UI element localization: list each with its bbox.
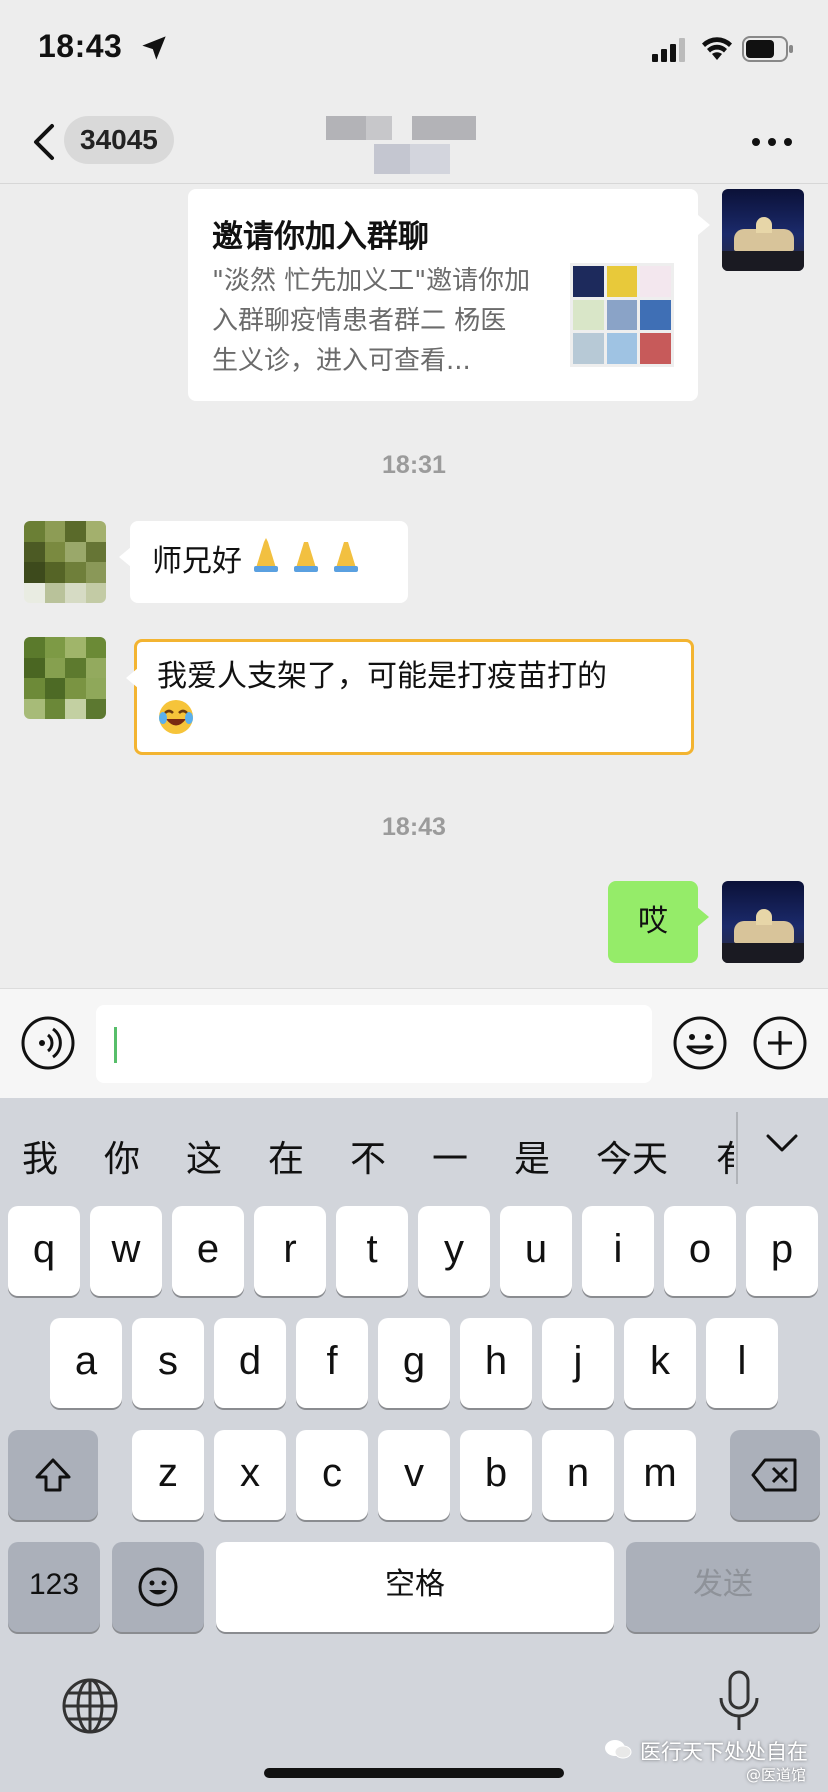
key-y[interactable]: y	[418, 1206, 490, 1296]
chevron-down-icon[interactable]	[764, 1128, 800, 1158]
shift-icon	[35, 1458, 71, 1492]
group-invite-card[interactable]: 邀请你加入群聊 "淡然 忙先加义工"邀请你加入群聊疫情患者群二 杨医生义诊，进入…	[188, 189, 710, 401]
globe-icon[interactable]	[60, 1676, 120, 1736]
text-caret	[114, 1027, 117, 1063]
backspace-icon	[751, 1458, 797, 1492]
message-text: 我爱人支架了，可能是打疫苗打的	[157, 659, 607, 694]
key-m[interactable]: m	[624, 1430, 696, 1520]
candidate-word[interactable]: 是	[514, 1130, 550, 1182]
incoming-message[interactable]: 师兄好	[119, 521, 408, 604]
key-f[interactable]: f	[296, 1318, 368, 1408]
key-v[interactable]: v	[378, 1430, 450, 1520]
message-text: 师兄好	[152, 544, 242, 579]
space-key[interactable]: 空格	[216, 1542, 614, 1632]
crying-laughing-emoji-icon	[157, 698, 195, 748]
candidate-word[interactable]: 一	[432, 1130, 468, 1182]
plus-icon[interactable]	[752, 1015, 808, 1071]
key-i[interactable]: i	[582, 1206, 654, 1296]
key-h[interactable]: h	[460, 1318, 532, 1408]
unread-count-badge[interactable]: 34045	[64, 116, 174, 164]
key-k[interactable]: k	[624, 1318, 696, 1408]
key-s[interactable]: s	[132, 1318, 204, 1408]
emoji-key[interactable]	[112, 1542, 204, 1632]
key-q[interactable]: q	[8, 1206, 80, 1296]
backspace-key[interactable]	[730, 1430, 820, 1520]
signal-icon	[652, 38, 685, 62]
chat-header: 34045	[0, 100, 828, 184]
watermark-subtext: @医道馆	[746, 1766, 807, 1784]
key-r[interactable]: r	[254, 1206, 326, 1296]
voice-icon[interactable]	[20, 1015, 76, 1071]
status-bar: 18:43	[0, 0, 828, 100]
candidate-divider	[736, 1112, 738, 1184]
key-o[interactable]: o	[664, 1206, 736, 1296]
keyboard: 我 你 这 在 不 一 是 今天 有 q w e r t y u i o p a…	[0, 1098, 828, 1792]
message-text: 哎	[638, 904, 668, 939]
send-key[interactable]: 发送	[626, 1542, 820, 1632]
home-indicator[interactable]	[264, 1768, 564, 1778]
key-p[interactable]: p	[746, 1206, 818, 1296]
candidate-word[interactable]: 不	[350, 1130, 386, 1182]
message-input[interactable]	[96, 1005, 652, 1083]
microphone-icon[interactable]	[716, 1670, 762, 1734]
message-list[interactable]: 邀请你加入群聊 "淡然 忙先加义工"邀请你加入群聊疫情患者群二 杨医生义诊，进入…	[0, 185, 828, 985]
invite-title: 邀请你加入群聊	[212, 219, 429, 255]
candidate-word[interactable]: 你	[104, 1130, 140, 1182]
self-avatar[interactable]	[722, 881, 804, 963]
key-w[interactable]: w	[90, 1206, 162, 1296]
key-d[interactable]: d	[214, 1318, 286, 1408]
group-avatar-grid	[570, 263, 674, 367]
emoji-keyboard-icon	[138, 1567, 178, 1607]
more-icon[interactable]	[750, 136, 794, 148]
key-j[interactable]: j	[542, 1318, 614, 1408]
contact-avatar[interactable]	[24, 637, 106, 719]
key-a[interactable]: a	[50, 1318, 122, 1408]
candidate-word[interactable]: 今天	[596, 1130, 668, 1182]
chat-title-blurred	[326, 114, 476, 184]
key-e[interactable]: e	[172, 1206, 244, 1296]
key-t[interactable]: t	[336, 1206, 408, 1296]
numbers-key[interactable]: 123	[8, 1542, 100, 1632]
message-timestamp: 18:43	[382, 813, 446, 841]
key-g[interactable]: g	[378, 1318, 450, 1408]
message-timestamp: 18:31	[382, 451, 446, 479]
candidate-word[interactable]: 这	[186, 1130, 222, 1182]
status-time: 18:43	[38, 28, 123, 64]
message-input-bar	[0, 988, 828, 1098]
candidate-word[interactable]: 我	[22, 1130, 58, 1182]
candidate-bar: 我 你 这 在 不 一 是 今天 有	[0, 1098, 828, 1208]
key-l[interactable]: l	[706, 1318, 778, 1408]
key-z[interactable]: z	[132, 1430, 204, 1520]
candidate-word[interactable]: 有	[716, 1130, 734, 1182]
key-n[interactable]: n	[542, 1430, 614, 1520]
battery-icon	[742, 36, 793, 62]
shift-key[interactable]	[8, 1430, 98, 1520]
pray-emoji-icon	[246, 522, 366, 604]
key-x[interactable]: x	[214, 1430, 286, 1520]
contact-avatar[interactable]	[24, 521, 106, 603]
invite-description: "淡然 忙先加义工"邀请你加入群聊疫情患者群二 杨医生义诊，进入可查看...	[212, 266, 531, 376]
wifi-icon	[702, 37, 732, 60]
key-c[interactable]: c	[296, 1430, 368, 1520]
key-b[interactable]: b	[460, 1430, 532, 1520]
incoming-message-highlighted[interactable]: 我爱人支架了，可能是打疫苗打的	[126, 639, 694, 755]
wechat-logo-icon	[605, 1740, 632, 1759]
location-arrow-icon	[142, 36, 166, 60]
outgoing-message[interactable]: 哎	[608, 881, 709, 963]
candidate-word[interactable]: 在	[268, 1130, 304, 1182]
back-icon[interactable]	[30, 120, 58, 164]
emoji-icon[interactable]	[672, 1015, 728, 1071]
key-u[interactable]: u	[500, 1206, 572, 1296]
self-avatar[interactable]	[722, 189, 804, 271]
watermark-text: 医行天下处处自在	[640, 1740, 808, 1764]
